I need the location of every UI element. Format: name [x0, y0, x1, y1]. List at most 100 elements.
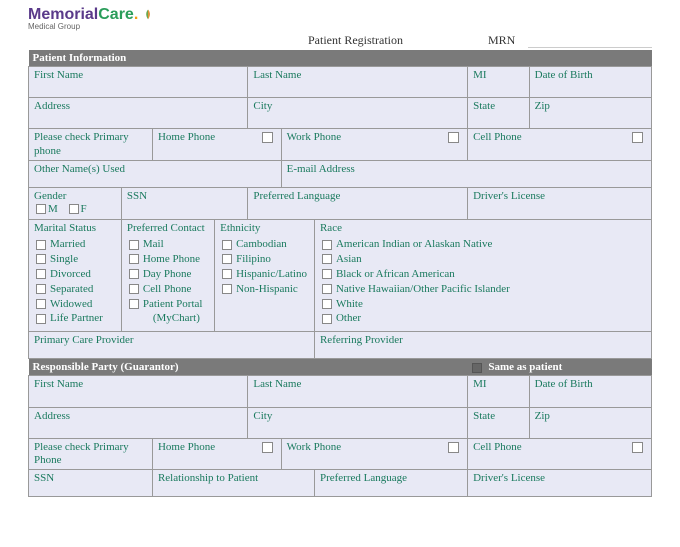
last-name-input[interactable]	[249, 82, 466, 96]
contact-checkbox[interactable]	[129, 299, 139, 309]
contact-checkbox[interactable]	[129, 269, 139, 279]
g-last-name-label: Last Name	[249, 377, 466, 391]
g-cell-phone-input[interactable]	[469, 454, 650, 468]
g-cell-phone-checkbox[interactable]	[632, 442, 643, 453]
work-phone-checkbox[interactable]	[448, 132, 459, 143]
g-work-phone-input[interactable]	[283, 454, 466, 468]
mi-input[interactable]	[469, 82, 528, 96]
gender-label: Gender	[30, 189, 120, 203]
zip-input[interactable]	[531, 113, 650, 127]
gender-m-checkbox[interactable]	[36, 204, 46, 214]
race-checkbox[interactable]	[322, 314, 332, 324]
marital-checkbox[interactable]	[36, 269, 46, 279]
dob-input[interactable]	[531, 82, 650, 96]
g-state-label: State	[469, 409, 528, 423]
mi-label: MI	[469, 68, 528, 82]
race-label: Other	[336, 311, 361, 326]
g-mi-input[interactable]	[469, 392, 528, 406]
contact-option: Day Phone	[129, 267, 207, 282]
relationship-input[interactable]	[154, 485, 313, 495]
cell-phone-label: Cell Phone	[469, 130, 650, 144]
race-checkbox[interactable]	[322, 240, 332, 250]
pref-lang-input[interactable]	[249, 203, 466, 217]
g-city-input[interactable]	[249, 423, 466, 437]
pcp-input[interactable]	[30, 347, 313, 357]
race-label: American Indian or Alaskan Native	[336, 237, 492, 252]
g-dl-input[interactable]	[469, 485, 650, 495]
ssn-input[interactable]	[123, 203, 247, 217]
marital-checkbox[interactable]	[36, 284, 46, 294]
patient-info-table: Patient Information First Name Last Name…	[28, 50, 652, 499]
contact-checkbox[interactable]	[129, 254, 139, 264]
race-label: Black or African American	[336, 267, 455, 282]
marital-option: Single	[36, 252, 114, 267]
cell-phone-checkbox[interactable]	[632, 132, 643, 143]
city-input[interactable]	[249, 113, 466, 127]
g-address-input[interactable]	[30, 423, 246, 437]
race-checkbox[interactable]	[322, 284, 332, 294]
g-city-label: City	[249, 409, 466, 423]
mrn-value[interactable]	[528, 33, 652, 48]
gender-m-label: M	[48, 203, 58, 215]
contact-label: Day Phone	[143, 267, 192, 282]
contact-checkbox[interactable]	[129, 284, 139, 294]
contact-label: Patient Portal	[143, 297, 203, 312]
g-dob-input[interactable]	[531, 392, 650, 406]
g-state-input[interactable]	[469, 423, 528, 437]
home-phone-input[interactable]	[154, 145, 280, 159]
marital-checkbox[interactable]	[36, 299, 46, 309]
race-checkbox[interactable]	[322, 299, 332, 309]
work-phone-input[interactable]	[283, 145, 466, 159]
marital-label: Single	[50, 252, 78, 267]
contact-option: Patient Portal	[129, 297, 207, 312]
section-patient-info: Patient Information	[29, 50, 652, 67]
mrn-label: MRN	[488, 33, 528, 48]
dl-input[interactable]	[469, 203, 650, 217]
g-zip-input[interactable]	[531, 423, 650, 437]
address-input[interactable]	[30, 113, 246, 127]
marital-checkbox[interactable]	[36, 240, 46, 250]
marital-checkbox[interactable]	[36, 254, 46, 264]
race-label: Asian	[336, 252, 362, 267]
race-option: Black or African American	[322, 267, 644, 282]
ethnicity-checkbox[interactable]	[222, 269, 232, 279]
marital-label: Life Partner	[50, 311, 103, 326]
g-pref-lang-input[interactable]	[316, 485, 466, 495]
race-checkbox[interactable]	[322, 269, 332, 279]
g-first-name-input[interactable]	[30, 392, 246, 406]
state-label: State	[469, 99, 528, 113]
other-names-label: Other Name(s) Used	[30, 162, 280, 176]
ethnicity-label: Filipino	[236, 252, 271, 267]
email-input[interactable]	[283, 176, 650, 186]
g-home-phone-checkbox[interactable]	[262, 442, 273, 453]
contact-option: Cell Phone	[129, 282, 207, 297]
contact-checkbox[interactable]	[129, 240, 139, 250]
g-primary-phone-label: Please check Primary Phone	[30, 440, 151, 467]
g-work-phone-checkbox[interactable]	[448, 442, 459, 453]
race-option: American Indian or Alaskan Native	[322, 237, 644, 252]
same-as-patient-checkbox[interactable]	[472, 363, 482, 373]
g-home-phone-input[interactable]	[154, 454, 280, 468]
first-name-input[interactable]	[30, 82, 246, 96]
other-names-input[interactable]	[30, 176, 280, 186]
race-options: American Indian or Alaskan NativeAsianBl…	[316, 235, 650, 330]
ethnicity-checkbox[interactable]	[222, 254, 232, 264]
gender-f-checkbox[interactable]	[69, 204, 79, 214]
relationship-label: Relationship to Patient	[154, 471, 313, 485]
g-last-name-input[interactable]	[249, 392, 466, 406]
ethnicity-checkbox[interactable]	[222, 284, 232, 294]
home-phone-checkbox[interactable]	[262, 132, 273, 143]
cell-phone-input[interactable]	[469, 145, 650, 159]
primary-phone-label: Please check Primary phone	[30, 130, 151, 157]
marital-label: Separated	[50, 282, 93, 297]
ethnicity-checkbox[interactable]	[222, 240, 232, 250]
referring-input[interactable]	[316, 347, 650, 357]
race-checkbox[interactable]	[322, 254, 332, 264]
g-dl-label: Driver's License	[469, 471, 650, 485]
g-ssn-input[interactable]	[30, 485, 151, 495]
marital-checkbox[interactable]	[36, 314, 46, 324]
logo-memorial: Memorial	[28, 6, 98, 23]
marital-option: Widowed	[36, 297, 114, 312]
ethnicity-option: Hispanic/Latino	[222, 267, 307, 282]
state-input[interactable]	[469, 113, 528, 127]
